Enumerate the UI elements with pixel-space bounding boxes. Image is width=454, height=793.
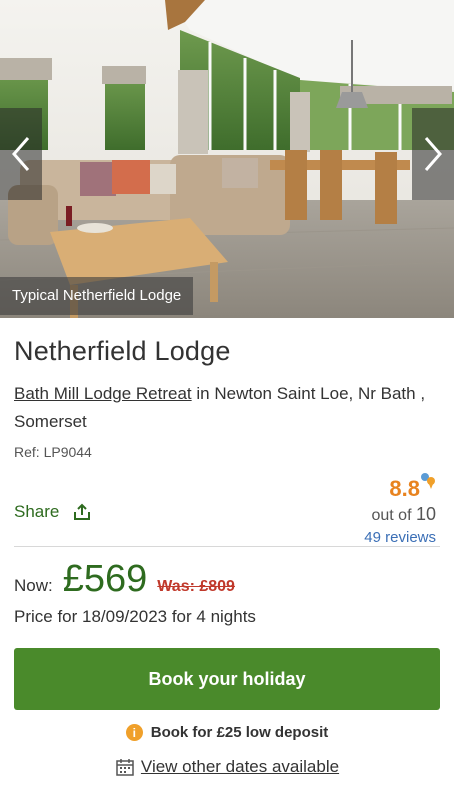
current-price: £569 <box>62 558 148 600</box>
book-holiday-button[interactable]: Book your holiday <box>14 648 440 710</box>
now-label: Now: <box>14 576 53 595</box>
share-button[interactable]: Share <box>14 502 91 522</box>
chevron-right-icon <box>424 137 442 171</box>
calendar-icon <box>116 759 134 776</box>
property-reference: Ref: LP9044 <box>14 444 92 460</box>
photo-caption: Typical Netherfield Lodge <box>0 277 194 315</box>
next-photo-button[interactable] <box>412 108 454 200</box>
chevron-left-icon <box>12 137 30 171</box>
property-photo[interactable]: Typical Netherfield Lodge <box>0 0 454 318</box>
deposit-text: Book for £25 low deposit <box>150 724 329 741</box>
reviews-link[interactable]: 49 reviews <box>316 529 436 546</box>
other-dates-link[interactable]: View other dates available <box>141 757 339 777</box>
other-dates[interactable]: View other dates available <box>0 757 454 777</box>
lodge-interior-image <box>0 0 454 318</box>
property-title: Netherfield Lodge <box>14 336 231 366</box>
divider <box>14 546 440 547</box>
info-icon: i <box>125 724 143 741</box>
park-link[interactable]: Bath Mill Lodge Retreat <box>14 384 192 403</box>
deposit-notice: i Book for £25 low deposit <box>0 724 454 741</box>
rating-score: 8.8 <box>389 476 420 501</box>
price-row: Now: £569 Was: £809 <box>14 558 235 601</box>
share-label: Share <box>14 502 60 521</box>
previous-photo-button[interactable] <box>0 108 42 200</box>
property-location: Bath Mill Lodge Retreat in Newton Saint … <box>14 380 444 436</box>
was-price: Was: £809 <box>157 578 235 595</box>
rating-out-of: out of 10 <box>371 504 436 524</box>
speech-bubbles-icon <box>421 473 435 489</box>
share-icon <box>74 503 91 520</box>
price-details: Price for 18/09/2023 for 4 nights <box>14 607 256 626</box>
rating-block: 8.8 out of 10 49 reviews <box>316 472 436 546</box>
